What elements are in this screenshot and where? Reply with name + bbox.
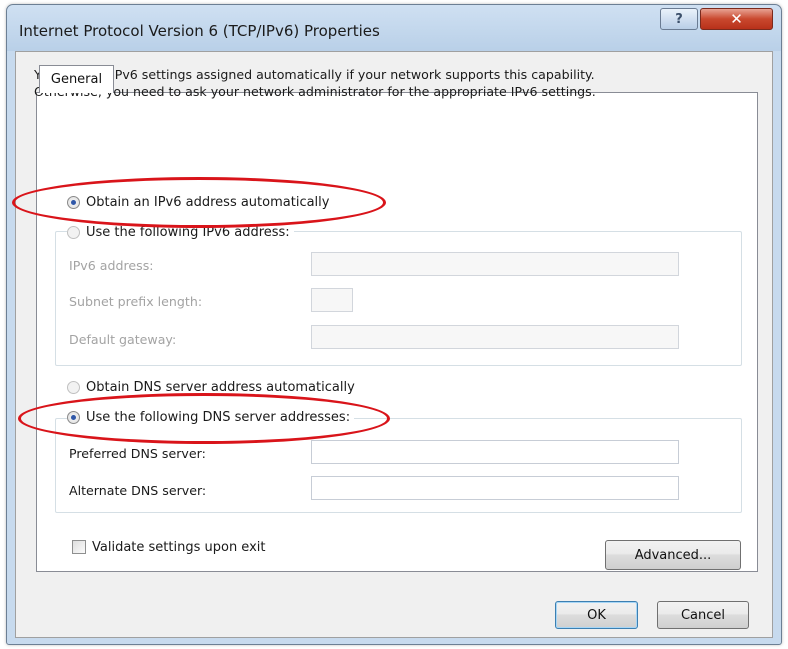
- description-line-1: You can get IPv6 settings assigned autom…: [34, 67, 595, 82]
- advanced-button-label: Advanced...: [634, 547, 712, 563]
- window-title: Internet Protocol Version 6 (TCP/IPv6) P…: [19, 22, 380, 40]
- ipv6-address-label: IPv6 address:: [69, 258, 154, 273]
- advanced-button[interactable]: Advanced...: [605, 540, 741, 570]
- radio-button-unselected[interactable]: [67, 226, 80, 239]
- cancel-button[interactable]: Cancel: [657, 601, 749, 629]
- description-line-2: Otherwise, you need to ask your network …: [34, 84, 596, 99]
- default-gateway-label: Default gateway:: [69, 332, 177, 347]
- cancel-button-label: Cancel: [680, 607, 726, 623]
- preferred-dns-label: Preferred DNS server:: [69, 446, 206, 461]
- tab-general-label: General: [50, 72, 103, 87]
- annotation-ellipse-dns-manual: [18, 393, 390, 444]
- close-icon: ✕: [730, 10, 743, 28]
- alternate-dns-input[interactable]: [311, 476, 679, 500]
- annotation-ellipse-ipv6-auto: [12, 177, 386, 228]
- tab-general[interactable]: General: [39, 65, 114, 93]
- ok-button[interactable]: OK: [555, 601, 638, 629]
- preferred-dns-input[interactable]: [311, 440, 679, 464]
- validate-checkbox-label: Validate settings upon exit: [92, 540, 266, 555]
- ipv6-address-input[interactable]: [311, 252, 679, 276]
- subnet-prefix-label: Subnet prefix length:: [69, 294, 203, 309]
- help-button[interactable]: ?: [660, 8, 698, 30]
- description-text: You can get IPv6 settings assigned autom…: [34, 66, 724, 100]
- ok-button-label: OK: [587, 607, 606, 623]
- validate-checkbox[interactable]: [72, 540, 86, 554]
- alternate-dns-label: Alternate DNS server:: [69, 483, 207, 498]
- subnet-prefix-input[interactable]: [311, 288, 353, 312]
- default-gateway-input[interactable]: [311, 325, 679, 349]
- title-bar[interactable]: Internet Protocol Version 6 (TCP/IPv6) P…: [7, 5, 781, 51]
- radio-button-unselected[interactable]: [67, 381, 80, 394]
- close-button[interactable]: ✕: [700, 8, 773, 30]
- help-icon: ?: [675, 11, 683, 27]
